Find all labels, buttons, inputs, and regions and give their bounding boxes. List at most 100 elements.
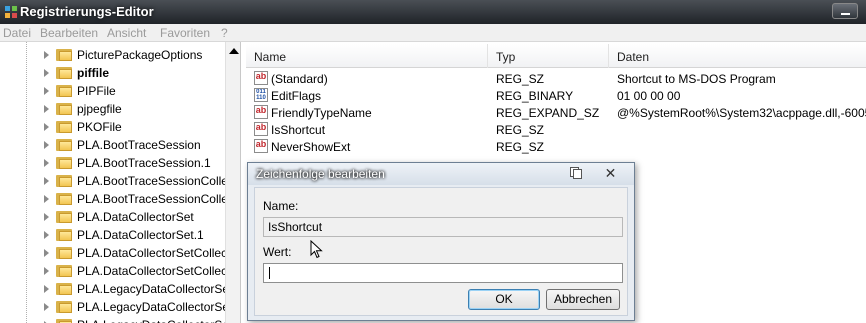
folder-icon bbox=[56, 192, 72, 205]
tree-item[interactable]: PLA.DataCollectorSet.1 bbox=[0, 226, 225, 244]
expand-arrow-icon[interactable] bbox=[44, 231, 49, 239]
value-type: REG_BINARY bbox=[496, 89, 574, 103]
value-type: REG_EXPAND_SZ bbox=[496, 106, 600, 120]
tree-item-label: PLA.LegacyDataCollectorSe bbox=[77, 300, 230, 314]
value-data: @%SystemRoot%\System32\acppage.dll,-6005 bbox=[617, 106, 866, 120]
tree-item[interactable]: PicturePackageOptions bbox=[0, 46, 225, 64]
string-value-icon: ab bbox=[254, 105, 268, 119]
tree-item[interactable]: PLA.DataCollectorSet bbox=[0, 208, 225, 226]
value-name: NeverShowExt bbox=[271, 140, 351, 154]
expand-arrow-icon[interactable] bbox=[44, 213, 49, 221]
expand-arrow-icon[interactable] bbox=[44, 195, 49, 203]
tree-item[interactable]: PLA.LegacyDataCollectorSe bbox=[0, 316, 229, 323]
tree-item[interactable]: PLA.LegacyDataCollectorSe bbox=[0, 280, 229, 298]
name-field-value: IsShortcut bbox=[268, 220, 323, 234]
column-header-data[interactable]: Daten bbox=[609, 44, 866, 68]
tree-item-label: PIPFile bbox=[77, 84, 116, 98]
value-name: IsShortcut bbox=[271, 123, 326, 137]
value-row[interactable]: ab FriendlyTypeName REG_EXPAND_SZ @%SystemR… bbox=[246, 104, 866, 121]
tree-item[interactable]: PLA.DataCollectorSetCollec bbox=[0, 244, 228, 262]
cancel-button[interactable]: Abbrechen bbox=[546, 289, 620, 310]
expand-arrow-icon[interactable] bbox=[44, 303, 49, 311]
expand-arrow-icon[interactable] bbox=[44, 69, 49, 77]
dialog-close-icon[interactable]: ✕ bbox=[604, 166, 617, 180]
tree-item-label: PLA.BootTraceSessionColle bbox=[77, 192, 228, 206]
menu-ansicht[interactable]: Ansicht bbox=[107, 26, 146, 40]
value-data: 01 00 00 00 bbox=[617, 89, 681, 103]
expand-arrow-icon[interactable] bbox=[44, 87, 49, 95]
system-menu-icon[interactable] bbox=[570, 167, 582, 179]
expand-arrow-icon[interactable] bbox=[44, 249, 49, 257]
menu-help[interactable]: ? bbox=[221, 26, 228, 40]
tree-item-label: PicturePackageOptions bbox=[77, 48, 203, 62]
string-value-icon: ab bbox=[254, 122, 268, 136]
expand-arrow-icon[interactable] bbox=[44, 105, 49, 113]
menu-favoriten[interactable]: Favoriten bbox=[160, 26, 210, 40]
folder-icon bbox=[56, 264, 72, 277]
tree-item[interactable]: PLA.BootTraceSessionColle bbox=[0, 190, 228, 208]
name-field: IsShortcut bbox=[263, 217, 623, 237]
tree-item[interactable]: PLA.LegacyDataCollectorSe bbox=[0, 298, 229, 316]
menu-bearbeiten[interactable]: Bearbeiten bbox=[40, 26, 98, 40]
dialog-title-bar: Zeichenfolge bearbeiten ✕ bbox=[248, 163, 634, 185]
expand-arrow-icon[interactable] bbox=[44, 285, 49, 293]
string-value-icon: ab bbox=[254, 139, 268, 153]
tree-item[interactable]: piffile bbox=[0, 64, 225, 82]
menu-datei[interactable]: Datei bbox=[3, 26, 31, 40]
tree-item-label: PLA.BootTraceSession bbox=[77, 138, 201, 152]
expand-arrow-icon[interactable] bbox=[44, 51, 49, 59]
expand-arrow-icon[interactable] bbox=[44, 267, 49, 275]
folder-icon bbox=[56, 228, 72, 241]
minimize-icon bbox=[841, 13, 850, 15]
tree-item[interactable]: pjpegfile bbox=[0, 100, 225, 118]
folder-icon bbox=[56, 210, 72, 223]
column-header-name[interactable]: Name bbox=[246, 44, 488, 68]
menu-bar: Datei Bearbeiten Ansicht Favoriten ? bbox=[0, 24, 866, 42]
text-caret bbox=[269, 267, 270, 279]
tree-item[interactable]: PLA.BootTraceSession.1 bbox=[0, 154, 225, 172]
expand-arrow-icon[interactable] bbox=[44, 123, 49, 131]
expand-arrow-icon[interactable] bbox=[44, 141, 49, 149]
name-label: Name: bbox=[263, 199, 299, 213]
column-type-label: Typ bbox=[496, 50, 516, 64]
list-header: Name Typ Daten bbox=[246, 44, 866, 68]
folder-icon bbox=[56, 246, 72, 259]
folder-icon bbox=[56, 48, 72, 61]
tree-item-label: PLA.DataCollectorSetCollec bbox=[77, 246, 228, 260]
tree-item-label: PKOFile bbox=[77, 120, 122, 134]
tree-scrollbar[interactable] bbox=[225, 42, 240, 323]
value-name: FriendlyTypeName bbox=[271, 106, 372, 120]
tree-item[interactable]: PKOFile bbox=[0, 118, 225, 136]
value-row[interactable]: ab IsShortcut REG_SZ bbox=[246, 121, 866, 138]
scroll-up-icon[interactable] bbox=[229, 48, 239, 54]
folder-icon bbox=[56, 66, 72, 79]
tree-item[interactable]: PIPFile bbox=[0, 82, 225, 100]
value-row[interactable]: ab NeverShowExt REG_SZ bbox=[246, 138, 866, 155]
tree-item[interactable]: PLA.BootTraceSessionColle bbox=[0, 172, 228, 190]
value-input[interactable] bbox=[263, 263, 623, 283]
tree-item-label: PLA.DataCollectorSet bbox=[77, 210, 194, 224]
tree-item[interactable]: PLA.DataCollectorSetCollec bbox=[0, 262, 228, 280]
column-name-label: Name bbox=[254, 50, 287, 64]
column-header-type[interactable]: Typ bbox=[488, 44, 609, 68]
tree-item-label: PLA.DataCollectorSetCollec bbox=[77, 264, 228, 278]
expand-arrow-icon[interactable] bbox=[44, 159, 49, 167]
tree-item-label: PLA.BootTraceSession.1 bbox=[77, 156, 211, 170]
value-label: Wert: bbox=[263, 245, 292, 259]
ok-button[interactable]: OK bbox=[468, 289, 540, 310]
value-type: REG_SZ bbox=[496, 72, 545, 86]
value-row[interactable]: ab (Standard) REG_SZ Shortcut to MS-DOS Pro… bbox=[246, 70, 866, 87]
expand-arrow-icon[interactable] bbox=[44, 177, 49, 185]
folder-icon bbox=[56, 84, 72, 97]
registry-editor-icon bbox=[5, 6, 17, 18]
key-tree[interactable]: PicturePackageOptions piffile PIPFile pjpeg… bbox=[0, 42, 241, 323]
mouse-cursor-icon bbox=[310, 240, 323, 259]
folder-icon bbox=[56, 138, 72, 151]
title-bar: Registrierungs-Editor bbox=[0, 0, 866, 24]
value-type: REG_SZ bbox=[496, 140, 545, 154]
folder-icon bbox=[56, 174, 72, 187]
value-row[interactable]: 011 110 EditFlags REG_BINARY 01 00 00 00 bbox=[246, 87, 866, 104]
tree-item[interactable]: PLA.BootTraceSession bbox=[0, 136, 225, 154]
tree-item-label: PLA.DataCollectorSet.1 bbox=[77, 228, 204, 242]
minimize-button[interactable] bbox=[832, 3, 858, 19]
